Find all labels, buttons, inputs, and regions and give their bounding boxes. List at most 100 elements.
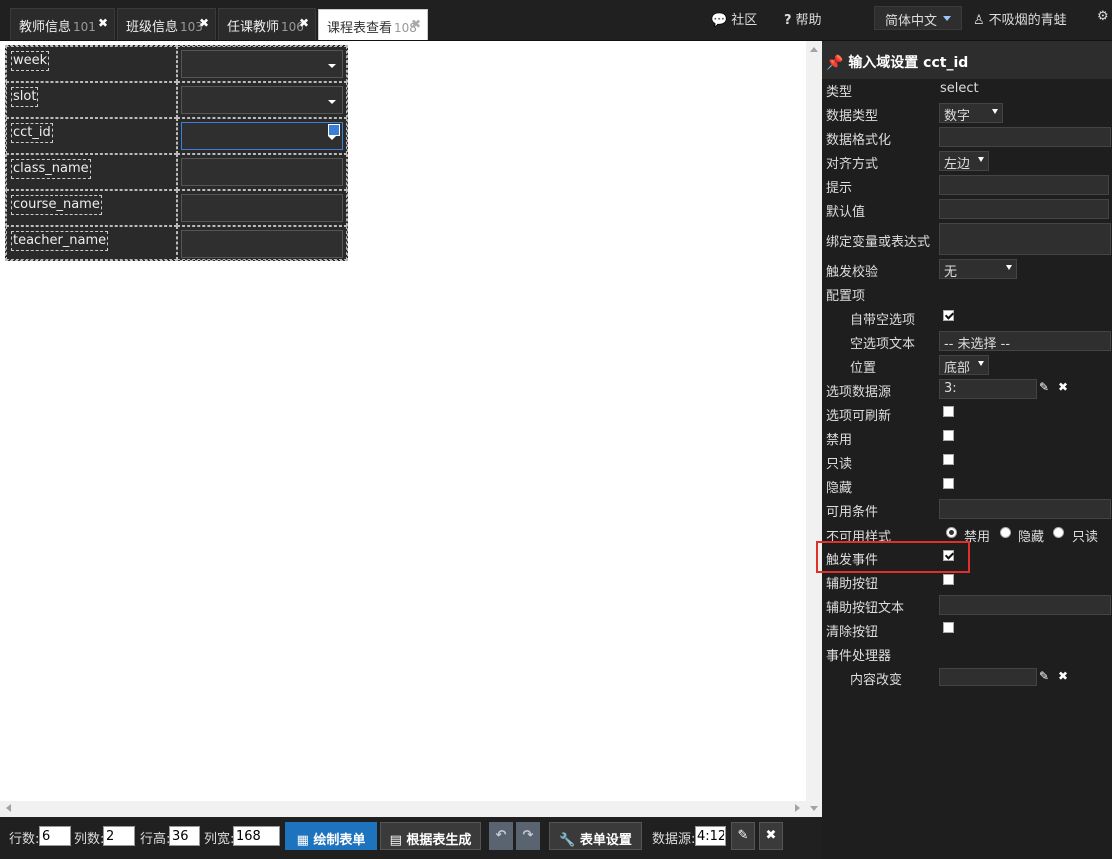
comments-icon: 💬: [711, 13, 728, 28]
empty-text-input[interactable]: -- 未选择 --: [939, 331, 1111, 352]
hidden-checkbox[interactable]: [943, 478, 954, 489]
tab-schedule-view[interactable]: 课程表查看 108 ✖: [318, 9, 428, 40]
scroll-up-icon[interactable]: [810, 47, 818, 52]
form-settings-button[interactable]: 🔧 表单设置: [549, 822, 642, 850]
gear-icon[interactable]: ⚙: [1097, 9, 1109, 24]
bind-textarea[interactable]: [939, 223, 1111, 255]
vertical-scrollbar[interactable]: [806, 41, 822, 817]
empty-option-checkbox[interactable]: [943, 310, 954, 321]
class-name-input[interactable]: [181, 158, 343, 186]
cols-input[interactable]: [103, 826, 135, 846]
draw-form-button[interactable]: ▦ 绘制表单: [285, 822, 377, 850]
close-icon[interactable]: ✖: [411, 18, 422, 30]
field-label-course-name[interactable]: course_name: [11, 195, 102, 215]
hidden-label: 隐藏: [826, 481, 853, 496]
label-cell[interactable]: teacher_name: [6, 226, 177, 260]
close-icon[interactable]: ✖: [1058, 669, 1068, 683]
col-width-label: 列宽:: [204, 832, 235, 847]
pencil-icon[interactable]: ✎: [1039, 380, 1049, 394]
community-link[interactable]: 💬 社区: [711, 9, 757, 28]
content-change-input[interactable]: [939, 668, 1037, 686]
generate-from-table-button[interactable]: ▤ 根据表生成: [380, 822, 481, 850]
refreshable-checkbox[interactable]: [943, 406, 954, 417]
clear-datasource-button[interactable]: ✖: [759, 822, 783, 850]
clear-button-checkbox[interactable]: [943, 622, 954, 633]
tab-class-info[interactable]: 班级信息 103 ✖: [117, 8, 216, 40]
close-icon[interactable]: ✖: [1058, 380, 1068, 394]
redo-button[interactable]: ↷: [516, 822, 540, 850]
disabled-checkbox[interactable]: [943, 430, 954, 441]
label-cell[interactable]: cct_id: [6, 118, 177, 154]
aux-button-text-label: 辅助按钮文本: [826, 601, 905, 616]
horizontal-scrollbar[interactable]: [0, 801, 806, 817]
slot-select[interactable]: [181, 86, 343, 114]
close-icon[interactable]: ✖: [299, 17, 310, 29]
language-select[interactable]: 简体中文: [874, 6, 962, 30]
default-input[interactable]: [939, 199, 1109, 219]
input-cell[interactable]: [177, 226, 347, 260]
field-label-teacher-name[interactable]: teacher_name: [11, 231, 109, 251]
caret-down-icon: [978, 157, 984, 162]
position-value: 底部: [944, 361, 971, 376]
radio-readonly[interactable]: [1053, 527, 1064, 538]
validate-select[interactable]: 无: [939, 259, 1017, 280]
bottom-toolbar: 行数: 列数: 行高: 列宽: ▦ 绘制表单 ▤ 根据表生成 ↶ ↷ 🔧 表单设…: [0, 817, 822, 859]
user-menu[interactable]: ♙ 不吸烟的青蛙: [973, 9, 1067, 28]
week-select[interactable]: [181, 50, 343, 78]
hint-input[interactable]: [939, 175, 1109, 195]
datasource-input[interactable]: [695, 826, 726, 846]
input-cell[interactable]: [177, 154, 347, 190]
edit-datasource-button[interactable]: ✎: [731, 822, 755, 850]
hint-label: 提示: [826, 181, 853, 196]
position-select[interactable]: 底部: [939, 355, 989, 376]
draw-form-label: 绘制表单: [313, 833, 366, 848]
label-cell[interactable]: class_name: [6, 154, 177, 190]
available-input[interactable]: [939, 499, 1111, 519]
pencil-icon[interactable]: ✎: [1039, 669, 1049, 683]
input-cell[interactable]: [177, 190, 347, 226]
input-cell[interactable]: [177, 82, 347, 118]
radio-hidden[interactable]: [1000, 527, 1011, 538]
input-cell[interactable]: [177, 118, 347, 154]
format-input[interactable]: [939, 127, 1111, 147]
scroll-down-icon[interactable]: [810, 806, 818, 811]
options-source-input[interactable]: 3:: [939, 379, 1037, 399]
aux-button-text-input[interactable]: [939, 595, 1111, 615]
tab-course-teacher[interactable]: 任课教师 106 ✖: [218, 8, 316, 40]
align-select[interactable]: 左边: [939, 151, 989, 172]
scroll-left-icon[interactable]: [6, 804, 11, 812]
rows-input[interactable]: [39, 826, 71, 846]
field-label-week[interactable]: week: [11, 51, 50, 71]
label-cell[interactable]: week: [6, 46, 177, 82]
course-name-input[interactable]: [181, 194, 343, 222]
teacher-name-input[interactable]: [181, 230, 343, 258]
scroll-right-icon[interactable]: [795, 804, 800, 812]
aux-button-checkbox[interactable]: [943, 574, 954, 585]
panel-header: 📌 输入域设置 cct_id: [822, 41, 1112, 79]
property-panel: 📌 输入域设置 cct_id 类型 select 数据类型 数字 数据格式化 对…: [822, 41, 1112, 859]
radio-disabled[interactable]: [946, 527, 957, 538]
label-cell[interactable]: slot: [6, 82, 177, 118]
form-grid: week slot cct_id class_name course_name: [5, 45, 348, 261]
config-label: 配置项: [826, 289, 866, 304]
field-label-slot[interactable]: slot: [11, 87, 39, 107]
input-cell[interactable]: [177, 46, 347, 82]
field-label-cct-id[interactable]: cct_id: [11, 123, 53, 143]
col-width-input[interactable]: [233, 826, 280, 846]
tab-number: 101: [73, 20, 96, 34]
readonly-checkbox[interactable]: [943, 454, 954, 465]
close-icon[interactable]: ✖: [98, 17, 109, 29]
cct-id-select[interactable]: [181, 122, 343, 150]
label-cell[interactable]: course_name: [6, 190, 177, 226]
undo-button[interactable]: ↶: [489, 822, 513, 850]
close-icon[interactable]: ✖: [199, 17, 210, 29]
row-height-input[interactable]: [169, 826, 200, 846]
help-link[interactable]: ? 帮助: [784, 9, 822, 28]
field-label-class-name[interactable]: class_name: [11, 159, 91, 179]
aux-button-label: 辅助按钮: [826, 577, 879, 592]
content-change-label: 内容改变: [850, 673, 903, 688]
tab-teacher-info[interactable]: 教师信息 101 ✖: [10, 8, 115, 40]
tab-label: 课程表查看: [327, 21, 393, 36]
datatype-select[interactable]: 数字: [939, 103, 1003, 124]
options-source-value: 3:: [944, 381, 957, 396]
